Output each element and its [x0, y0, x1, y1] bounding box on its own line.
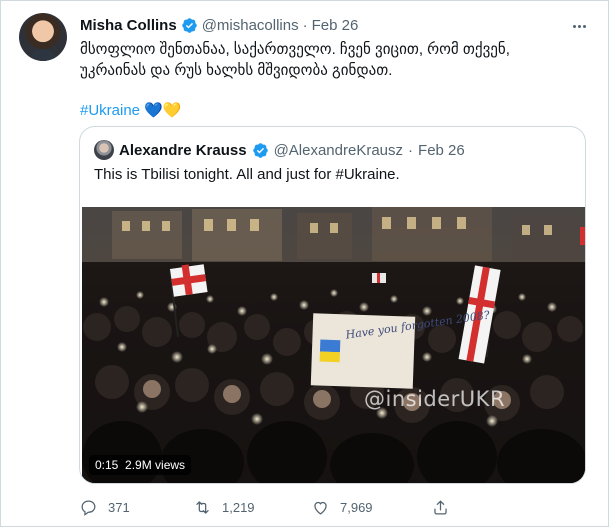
quoted-tweet-header: Alexandre Krauss @AlexandreKrausz · Feb …: [94, 139, 465, 161]
action-bar: 371 1,219 7,969: [79, 495, 519, 519]
separator-dot: ·: [302, 16, 308, 34]
tweet-header: Misha Collins @mishacollins · Feb 26: [80, 15, 358, 35]
yellow-heart-emoji: 💛: [162, 102, 182, 119]
hashtag-link[interactable]: #Ukraine: [80, 102, 140, 119]
like-icon: [314, 501, 327, 515]
quoted-author-avatar: [94, 140, 114, 160]
video-player[interactable]: Have you forgotten 2008? @insiderUKR 0:1…: [82, 207, 585, 483]
quoted-text-body: This is Tbilisi tonight. All and just fo…: [94, 166, 336, 183]
retweet-button[interactable]: 1,219: [193, 495, 255, 519]
video-stats-badge: 0:15 2.9M views: [89, 455, 192, 475]
verified-badge-icon: [181, 17, 197, 33]
video-duration: 0:15: [95, 458, 119, 472]
retweet-icon: [196, 500, 209, 514]
flag-small: [372, 273, 386, 283]
quoted-author-handle: @AlexandreKrausz: [273, 141, 404, 159]
tweet-text-line: უკრაინას და რუს ხალხს მშვიდობა გინდათ.: [80, 62, 393, 79]
tweet-text: მსოფლიო შენთანაა, საქართველო. ჩვენ ვიცით…: [80, 39, 580, 121]
author-avatar[interactable]: [19, 13, 67, 61]
author-handle[interactable]: @mishacollins: [202, 17, 299, 34]
like-count: 7,969: [340, 499, 373, 515]
blue-heart-emoji: 💙: [144, 102, 163, 119]
quoted-hashtag: #Ukraine.: [335, 166, 400, 183]
quoted-tweet-date: Feb 26: [418, 141, 465, 159]
reply-button[interactable]: 371: [79, 495, 130, 519]
protest-crowd-scene: Have you forgotten 2008?: [82, 207, 585, 483]
share-icon: [434, 500, 447, 514]
separator-dot: ·: [408, 141, 414, 159]
quoted-tweet-text: This is Tbilisi tonight. All and just fo…: [94, 165, 400, 185]
tweet-card[interactable]: Misha Collins @mishacollins · Feb 26 მსო…: [0, 0, 609, 527]
tweet-date[interactable]: Feb 26: [312, 17, 359, 34]
video-watermark: @insiderUKR: [364, 387, 506, 411]
like-button[interactable]: 7,969: [311, 495, 373, 519]
tweet-text-line: მსოფლიო შენთანაა, საქართველო. ჩვენ ვიცით…: [80, 41, 510, 58]
quoted-tweet[interactable]: Alexandre Krauss @AlexandreKrausz · Feb …: [79, 126, 586, 484]
verified-badge-icon: [252, 142, 268, 158]
more-icon[interactable]: [570, 17, 588, 35]
hashtag-line: #Ukraine 💙💛: [80, 100, 580, 121]
author-name[interactable]: Misha Collins: [80, 17, 177, 34]
quoted-author-name: Alexandre Krauss: [119, 141, 247, 159]
share-button[interactable]: [431, 495, 450, 519]
reply-count: 371: [108, 499, 130, 515]
reply-icon: [81, 500, 96, 516]
video-views: 2.9M views: [125, 458, 186, 472]
retweet-count: 1,219: [222, 499, 255, 515]
